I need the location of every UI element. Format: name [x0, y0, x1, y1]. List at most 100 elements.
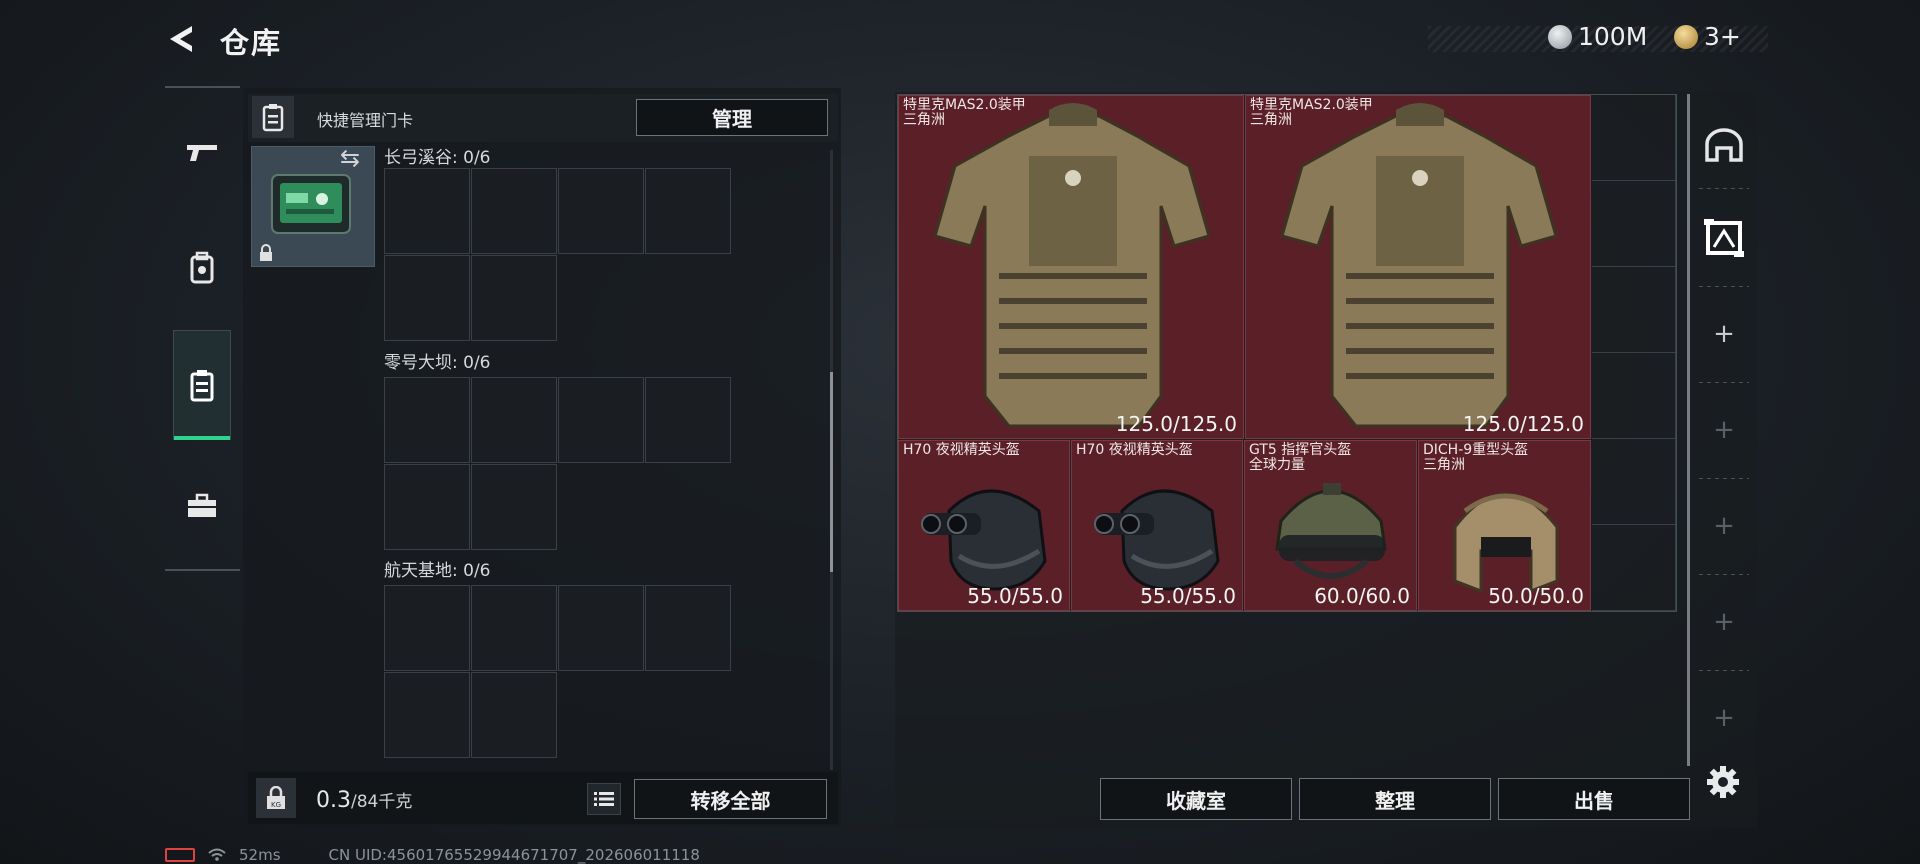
side-slot-separator	[1699, 670, 1749, 671]
zone-slot[interactable]	[471, 168, 557, 254]
zone-slot[interactable]	[471, 672, 557, 758]
zone-grid-changgong	[384, 168, 731, 342]
zone-slot[interactable]	[558, 585, 644, 671]
side-slot-armor[interactable]	[1697, 212, 1751, 264]
scrollbar-thumb[interactable]	[830, 372, 833, 572]
item-durability: 60.0/60.0	[1314, 584, 1410, 608]
item-name: H70 夜视精英头盔	[903, 442, 1020, 458]
zone-slot[interactable]	[384, 377, 470, 463]
zone-slot[interactable]	[471, 377, 557, 463]
list-view-icon[interactable]	[587, 783, 621, 815]
ping-value: 52ms	[239, 846, 281, 864]
swap-icon[interactable]: ⇆	[340, 144, 360, 172]
manage-button[interactable]: 管理	[636, 99, 828, 136]
item-name: 特里克MAS2.0装甲 三角洲	[1250, 97, 1373, 128]
empty-slot[interactable]	[1592, 353, 1676, 439]
zone-label-zero-dam: 零号大坝: 0/6	[384, 353, 491, 373]
gold-coin-icon	[1674, 24, 1698, 49]
status-bar: 52ms CN UID:4560176552994467170​7_202606…	[165, 846, 700, 864]
gun-icon	[187, 145, 217, 161]
side-slot-separator	[1699, 382, 1749, 383]
silver-coin-icon	[1548, 24, 1572, 49]
inventory-item-helmet[interactable]: H70 夜视精英头盔 55.0/55.0	[898, 440, 1070, 611]
inventory-item-helmet[interactable]: H70 夜视精英头盔 55.0/55.0	[1071, 440, 1243, 611]
zone-label-space-base: 航天基地: 0/6	[384, 561, 491, 581]
empty-slot[interactable]	[1592, 181, 1676, 267]
nav-item-weapon[interactable]	[174, 124, 230, 180]
organize-button[interactable]: 整理	[1299, 778, 1491, 820]
item-name: 特里克MAS2.0装甲 三角洲	[903, 97, 1026, 128]
uid-text: CN UID:4560176552994467170​7_20260601111…	[328, 846, 700, 864]
item-durability: 55.0/55.0	[1140, 584, 1236, 608]
battery-icon	[165, 848, 195, 862]
item-name: H70 夜视精英头盔	[1076, 442, 1193, 458]
side-slot-add[interactable]: +	[1697, 408, 1751, 452]
zone-slot[interactable]	[384, 585, 470, 671]
backpack-icon	[190, 251, 214, 284]
armor-vest-image	[933, 103, 1211, 428]
zone-label-changgong: 长弓溪谷: 0/6	[384, 148, 491, 168]
zone-slot[interactable]	[645, 585, 731, 671]
side-slot-separator	[1699, 574, 1749, 575]
transfer-all-button[interactable]: 转移全部	[634, 779, 827, 819]
side-slot-separator	[1699, 286, 1749, 287]
collection-room-button[interactable]: 收藏室	[1100, 778, 1292, 820]
zone-slot[interactable]	[471, 464, 557, 550]
silver-currency-value: 100M	[1578, 22, 1648, 51]
nav-item-equipment[interactable]	[174, 240, 230, 296]
side-slot-helmet[interactable]	[1697, 120, 1751, 170]
page-title: 仓库	[220, 26, 283, 60]
inventory-item-helmet[interactable]: GT5 指挥官头盔 全球力量 60.0/60.0	[1244, 440, 1417, 611]
item-durability: 55.0/55.0	[967, 584, 1063, 608]
empty-slot[interactable]	[1592, 525, 1676, 611]
item-durability: 50.0/50.0	[1488, 584, 1584, 608]
weight-lock-icon: KG	[256, 778, 296, 818]
zone-slot[interactable]	[384, 168, 470, 254]
quick-manage-keycard-label: 快捷管理门卡	[317, 111, 414, 130]
toolbox-icon	[188, 493, 216, 517]
gold-currency-value: 3+	[1704, 22, 1741, 51]
side-slot-add[interactable]: +	[1697, 312, 1751, 356]
keycard-header-icon	[252, 96, 294, 138]
empty-slot[interactable]	[1592, 267, 1676, 353]
side-slot-add[interactable]: +	[1697, 600, 1751, 644]
item-name: DICH-9重型头盔 三角洲	[1423, 442, 1529, 473]
inventory-item-helmet[interactable]: DICH-9重型头盔 三角洲 50.0/50.0	[1418, 440, 1591, 611]
weight-value: 0.3/84千克	[316, 787, 412, 813]
item-durability: 125.0/125.0	[1462, 412, 1584, 436]
zone-slot[interactable]	[471, 585, 557, 671]
zone-slot[interactable]	[645, 168, 731, 254]
zone-slot[interactable]	[384, 672, 470, 758]
inventory-item-armor[interactable]: 特里克MAS2.0装甲 三角洲 125.0/125.0	[1245, 95, 1591, 439]
zone-grid-space-base	[384, 585, 731, 759]
silver-currency: 100M	[1548, 22, 1647, 51]
inventory-item-armor[interactable]: 特里克MAS2.0装甲 三角洲 125.0/125.0	[898, 95, 1244, 439]
weight-current: 0.3	[316, 788, 351, 813]
empty-slot[interactable]	[1592, 95, 1676, 181]
zone-slot[interactable]	[645, 377, 731, 463]
weight-max: /84千克	[351, 792, 413, 812]
helmet-slot-icon	[1705, 128, 1743, 162]
zone-slot[interactable]	[471, 255, 557, 341]
side-slot-separator	[1699, 478, 1749, 479]
gear-icon[interactable]	[1705, 764, 1741, 800]
sell-button[interactable]: 出售	[1498, 778, 1690, 820]
zone-slot[interactable]	[384, 464, 470, 550]
wifi-icon	[208, 848, 226, 861]
nav-item-toolbox[interactable]	[174, 478, 230, 534]
zone-slot[interactable]	[384, 255, 470, 341]
side-slot-add[interactable]: +	[1697, 504, 1751, 548]
empty-slot[interactable]	[1592, 439, 1676, 525]
lock-icon	[260, 244, 272, 261]
armor-slot-icon	[1704, 219, 1744, 257]
zone-slot[interactable]	[558, 168, 644, 254]
zone-slot[interactable]	[558, 377, 644, 463]
keycard-icon	[190, 370, 214, 402]
side-slot-add[interactable]: +	[1697, 696, 1751, 740]
zone-grid-zero-dam	[384, 377, 731, 551]
back-arrow-icon[interactable]	[164, 22, 198, 56]
svg-text:KG: KG	[271, 801, 281, 809]
panel-divider	[1687, 94, 1690, 766]
armor-vest-image	[1280, 103, 1558, 428]
nav-item-keycard[interactable]	[173, 330, 231, 440]
